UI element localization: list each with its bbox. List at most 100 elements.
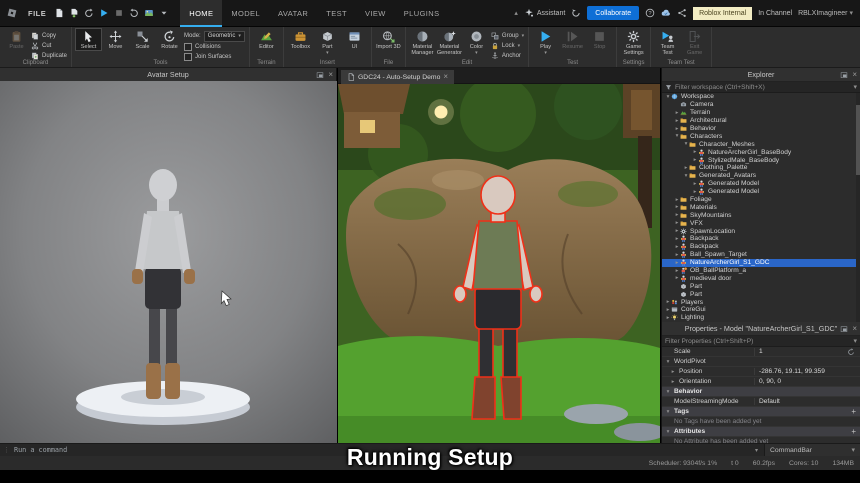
team-test-button[interactable]: Team Test (655, 29, 680, 56)
explorer-filter-input[interactable]: Filter workspace (Ctrl+Shift+X) ▾ (662, 82, 860, 93)
screenshot-button[interactable] (142, 7, 155, 20)
cloud-sync-icon[interactable] (661, 8, 671, 18)
redo-button[interactable] (82, 7, 95, 20)
explorer-item-materials[interactable]: ▸ Materials (662, 203, 860, 211)
close-panel-icon[interactable]: × (328, 70, 333, 79)
explorer-item-ball-spawn-target[interactable]: ▸ Ball_Spawn_Target (662, 251, 860, 259)
close-panel-icon[interactable]: × (852, 70, 857, 79)
collapse-ribbon-icon[interactable]: ▴ (514, 9, 518, 17)
menu-tab-avatar[interactable]: AVATAR (269, 0, 317, 27)
add-icon[interactable]: + (851, 427, 856, 436)
color-button[interactable]: Color ▾ (464, 29, 489, 56)
property-value[interactable]: 1 (754, 347, 860, 356)
anchor-button[interactable]: Anchor (491, 51, 524, 60)
explorer-item-character-meshes[interactable]: ▾ Character_Meshes (662, 140, 860, 148)
copy-button[interactable]: Copy (31, 31, 67, 40)
editor-button[interactable]: Editor (254, 29, 279, 50)
explorer-item-vfx[interactable]: ▸ VFX (662, 219, 860, 227)
toolbox-button[interactable]: Toolbox (288, 29, 313, 50)
property-group-worldpivot[interactable]: ▾ WorldPivot (662, 357, 860, 367)
commandbar-dropdown[interactable]: CommandBar ▾ (764, 443, 860, 457)
assistant-button[interactable]: Assistant (524, 8, 565, 18)
sync-icon[interactable] (571, 8, 581, 18)
close-tab-icon[interactable]: × (443, 73, 448, 81)
explorer-item-lighting[interactable]: ▸ Lighting (662, 314, 860, 322)
properties-filter-input[interactable]: Filter Properties (Ctrl+Shift+P) ▾ (662, 336, 860, 347)
insert-doc-button[interactable] (67, 7, 80, 20)
menu-tab-model[interactable]: MODEL (222, 0, 269, 27)
scene-3d[interactable] (338, 84, 660, 443)
help-icon[interactable]: ? (645, 8, 655, 18)
command-input[interactable]: Run a command (14, 446, 755, 454)
property-value[interactable]: -286.76, 19.11, 99.359 (754, 368, 860, 375)
select-button[interactable]: Select (75, 28, 103, 51)
explorer-item-clothing-palette[interactable]: ▸ Clothing_Palette (662, 164, 860, 172)
user-account-dropdown[interactable]: RBLXImagineer ▾ (798, 9, 853, 18)
avatar-preview-viewport[interactable] (0, 81, 337, 443)
float-panel-icon[interactable] (316, 71, 324, 79)
menu-tab-view[interactable]: VIEW (356, 0, 395, 27)
add-icon[interactable]: + (851, 407, 856, 416)
explorer-scrollbar[interactable] (856, 93, 860, 322)
explorer-item-ob-ballplatform-a[interactable]: ▸ OB_BallPlatform_a (662, 267, 860, 275)
part-button[interactable]: Part ▾ (315, 29, 340, 56)
explorer-item-backpack[interactable]: ▸ Backpack (662, 243, 860, 251)
rotate-button[interactable]: Rotate (157, 29, 182, 50)
scale-button[interactable]: Scale (130, 29, 155, 50)
play-button[interactable]: Play ▾ (533, 29, 558, 56)
duplicate-button[interactable]: Duplicate (31, 51, 67, 60)
explorer-item-skymountains[interactable]: ▸ SkyMountains (662, 211, 860, 219)
explorer-item-workspace[interactable]: ▾ Workspace (662, 93, 860, 101)
collisions-checkbox[interactable]: Collisions (184, 42, 245, 51)
property-value[interactable]: Default (754, 398, 860, 405)
material-generator-button[interactable]: Material Generator (437, 29, 462, 56)
explorer-item-stylizedmale-basebody[interactable]: ▸ StylizedMale_BaseBody (662, 156, 860, 164)
close-panel-icon[interactable]: × (852, 324, 857, 333)
explorer-item-behavior[interactable]: ▸ Behavior (662, 125, 860, 133)
cut-button[interactable]: Cut (31, 41, 67, 50)
properties-section-tags[interactable]: ▾ Tags + (662, 407, 860, 417)
viewport-tab[interactable]: GDC24 - Auto-Setup Demo × (341, 70, 455, 84)
float-panel-icon[interactable] (840, 325, 848, 333)
explorer-item-generated-avatars[interactable]: ▾ Generated_Avatars (662, 172, 860, 180)
drag-handle-icon[interactable]: ⋮ (3, 446, 10, 454)
group-button[interactable]: Group ▾ (491, 31, 524, 40)
property-value[interactable]: 0, 90, 0 (754, 378, 860, 385)
stop-quick-button[interactable] (112, 7, 125, 20)
ui-button[interactable]: UI (342, 29, 367, 50)
explorer-item-backpack[interactable]: ▸ Backpack (662, 235, 860, 243)
explorer-item-characters[interactable]: ▾ Characters (662, 132, 860, 140)
explorer-item-coregui[interactable]: ▸ CoreGui (662, 306, 860, 314)
move-button[interactable]: Move (103, 29, 128, 50)
explorer-item-generated-model[interactable]: ▸ Generated Model (662, 180, 860, 188)
properties-section-attributes[interactable]: ▾ Attributes + (662, 427, 860, 437)
menu-tab-plugins[interactable]: PLUGINS (395, 0, 449, 27)
caret-down-button[interactable] (157, 7, 170, 20)
file-menu-button[interactable]: FILE (22, 9, 52, 18)
explorer-item-naturearchergirl-s1-gdc[interactable]: ▸ NatureArcherGirl_S1_GDC (662, 258, 860, 267)
explorer-item-architectural[interactable]: ▸ Architectural (662, 117, 860, 125)
menu-tab-test[interactable]: TEST (317, 0, 356, 27)
explorer-item-players[interactable]: ▸ Players (662, 298, 860, 306)
play-quick-button[interactable] (97, 7, 110, 20)
float-panel-icon[interactable] (840, 71, 848, 79)
material-manager-button[interactable]: Material Manager (410, 29, 435, 56)
explorer-item-part[interactable]: Part (662, 290, 860, 298)
explorer-item-foliage[interactable]: ▸ Foliage (662, 196, 860, 204)
undo-button[interactable] (127, 7, 140, 20)
game-settings-button[interactable]: Game Settings (621, 29, 646, 56)
explorer-item-generated-model[interactable]: ▸ Generated Model (662, 188, 860, 196)
chevron-down-icon[interactable]: ▾ (755, 447, 758, 454)
explorer-item-spawnlocation[interactable]: ▸ SpawnLocation (662, 227, 860, 235)
explorer-scrollbar-thumb[interactable] (856, 105, 860, 175)
explorer-item-terrain[interactable]: ▸ Terrain (662, 109, 860, 117)
import-3d-button[interactable]: Import 3D (376, 29, 401, 50)
explorer-item-naturearchergirl-basebody[interactable]: ▸ NatureArcherGirl_BaseBody (662, 148, 860, 156)
new-doc-button[interactable] (52, 7, 65, 20)
properties-section-behavior[interactable]: ▾ Behavior (662, 387, 860, 397)
menu-tab-home[interactable]: HOME (180, 0, 223, 27)
explorer-item-part[interactable]: Part (662, 282, 860, 290)
explorer-item-medieval-door[interactable]: ▸ medieval door (662, 274, 860, 282)
mode-dropdown[interactable]: Geometric ▾ (203, 30, 245, 42)
explorer-item-camera[interactable]: Camera (662, 101, 860, 109)
